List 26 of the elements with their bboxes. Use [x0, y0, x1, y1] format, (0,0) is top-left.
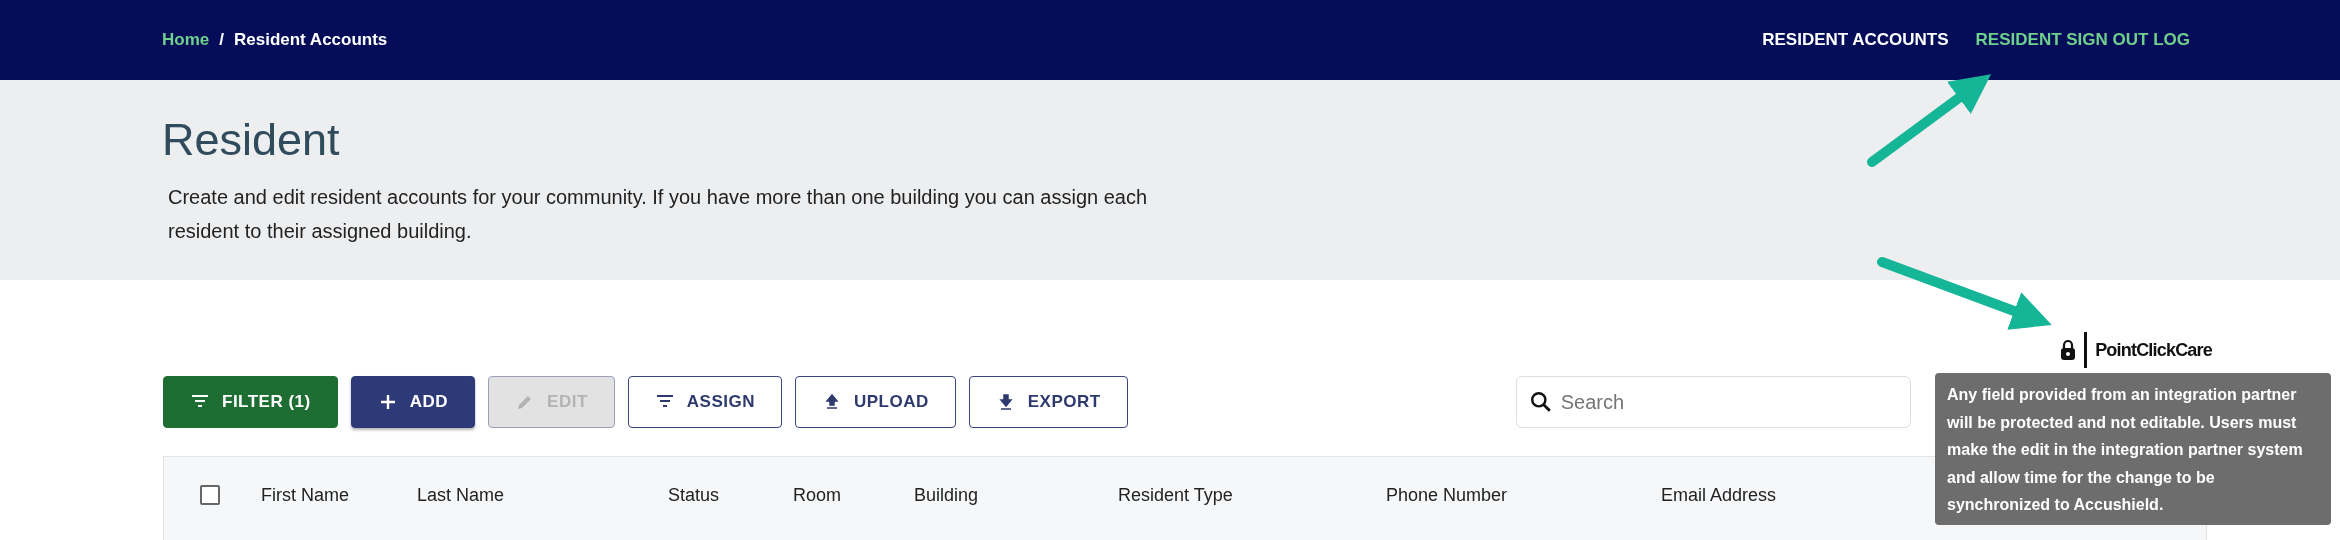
page-title: Resident	[162, 114, 340, 166]
nav-link[interactable]: RESIDENT SIGN OUT LOG	[1975, 30, 2190, 50]
partner-logo-text: PointClickCare	[2095, 339, 2212, 361]
toolbar-button[interactable]: UPLOAD	[795, 376, 956, 428]
page-description: Create and edit resident accounts for your community. If you have more than one building you can assign each resident to their assigned building.	[168, 185, 1149, 244]
column-header: Resident Type	[1118, 484, 1234, 506]
search-field[interactable]: Search	[1515, 376, 1911, 428]
breadcrumb-separator: /	[219, 30, 224, 50]
breadcrumb-link[interactable]: Home	[162, 30, 210, 50]
column-header: Phone Number	[1386, 484, 1509, 506]
column-header: Room	[793, 484, 842, 506]
column-header: Email Address	[1661, 484, 1778, 506]
lock-icon	[2060, 339, 2077, 361]
nav-link[interactable]: RESIDENT ACCOUNTS	[1762, 30, 1949, 50]
breadcrumb-current: Resident Accounts	[233, 30, 388, 50]
info-tooltip: Any field provided from an integration partner will be protected and not editable. Users must make the edit in the integration partner system and allow time for the change to be synchronized to Accushield.	[1935, 373, 2331, 525]
column-header: Status	[668, 484, 721, 506]
toolbar-button[interactable]: FILTER (1)	[163, 376, 338, 428]
search-icon	[1529, 391, 1552, 413]
toolbar-button[interactable]: ADD	[350, 376, 476, 428]
column-header: Building	[914, 484, 980, 506]
column-header: First Name	[261, 484, 350, 506]
select-all-checkbox[interactable]	[200, 485, 220, 505]
column-header: Last Name	[417, 484, 506, 506]
toolbar-button[interactable]: EXPORT	[968, 376, 1128, 428]
toolbar-button[interactable]: ASSIGN	[627, 376, 782, 428]
